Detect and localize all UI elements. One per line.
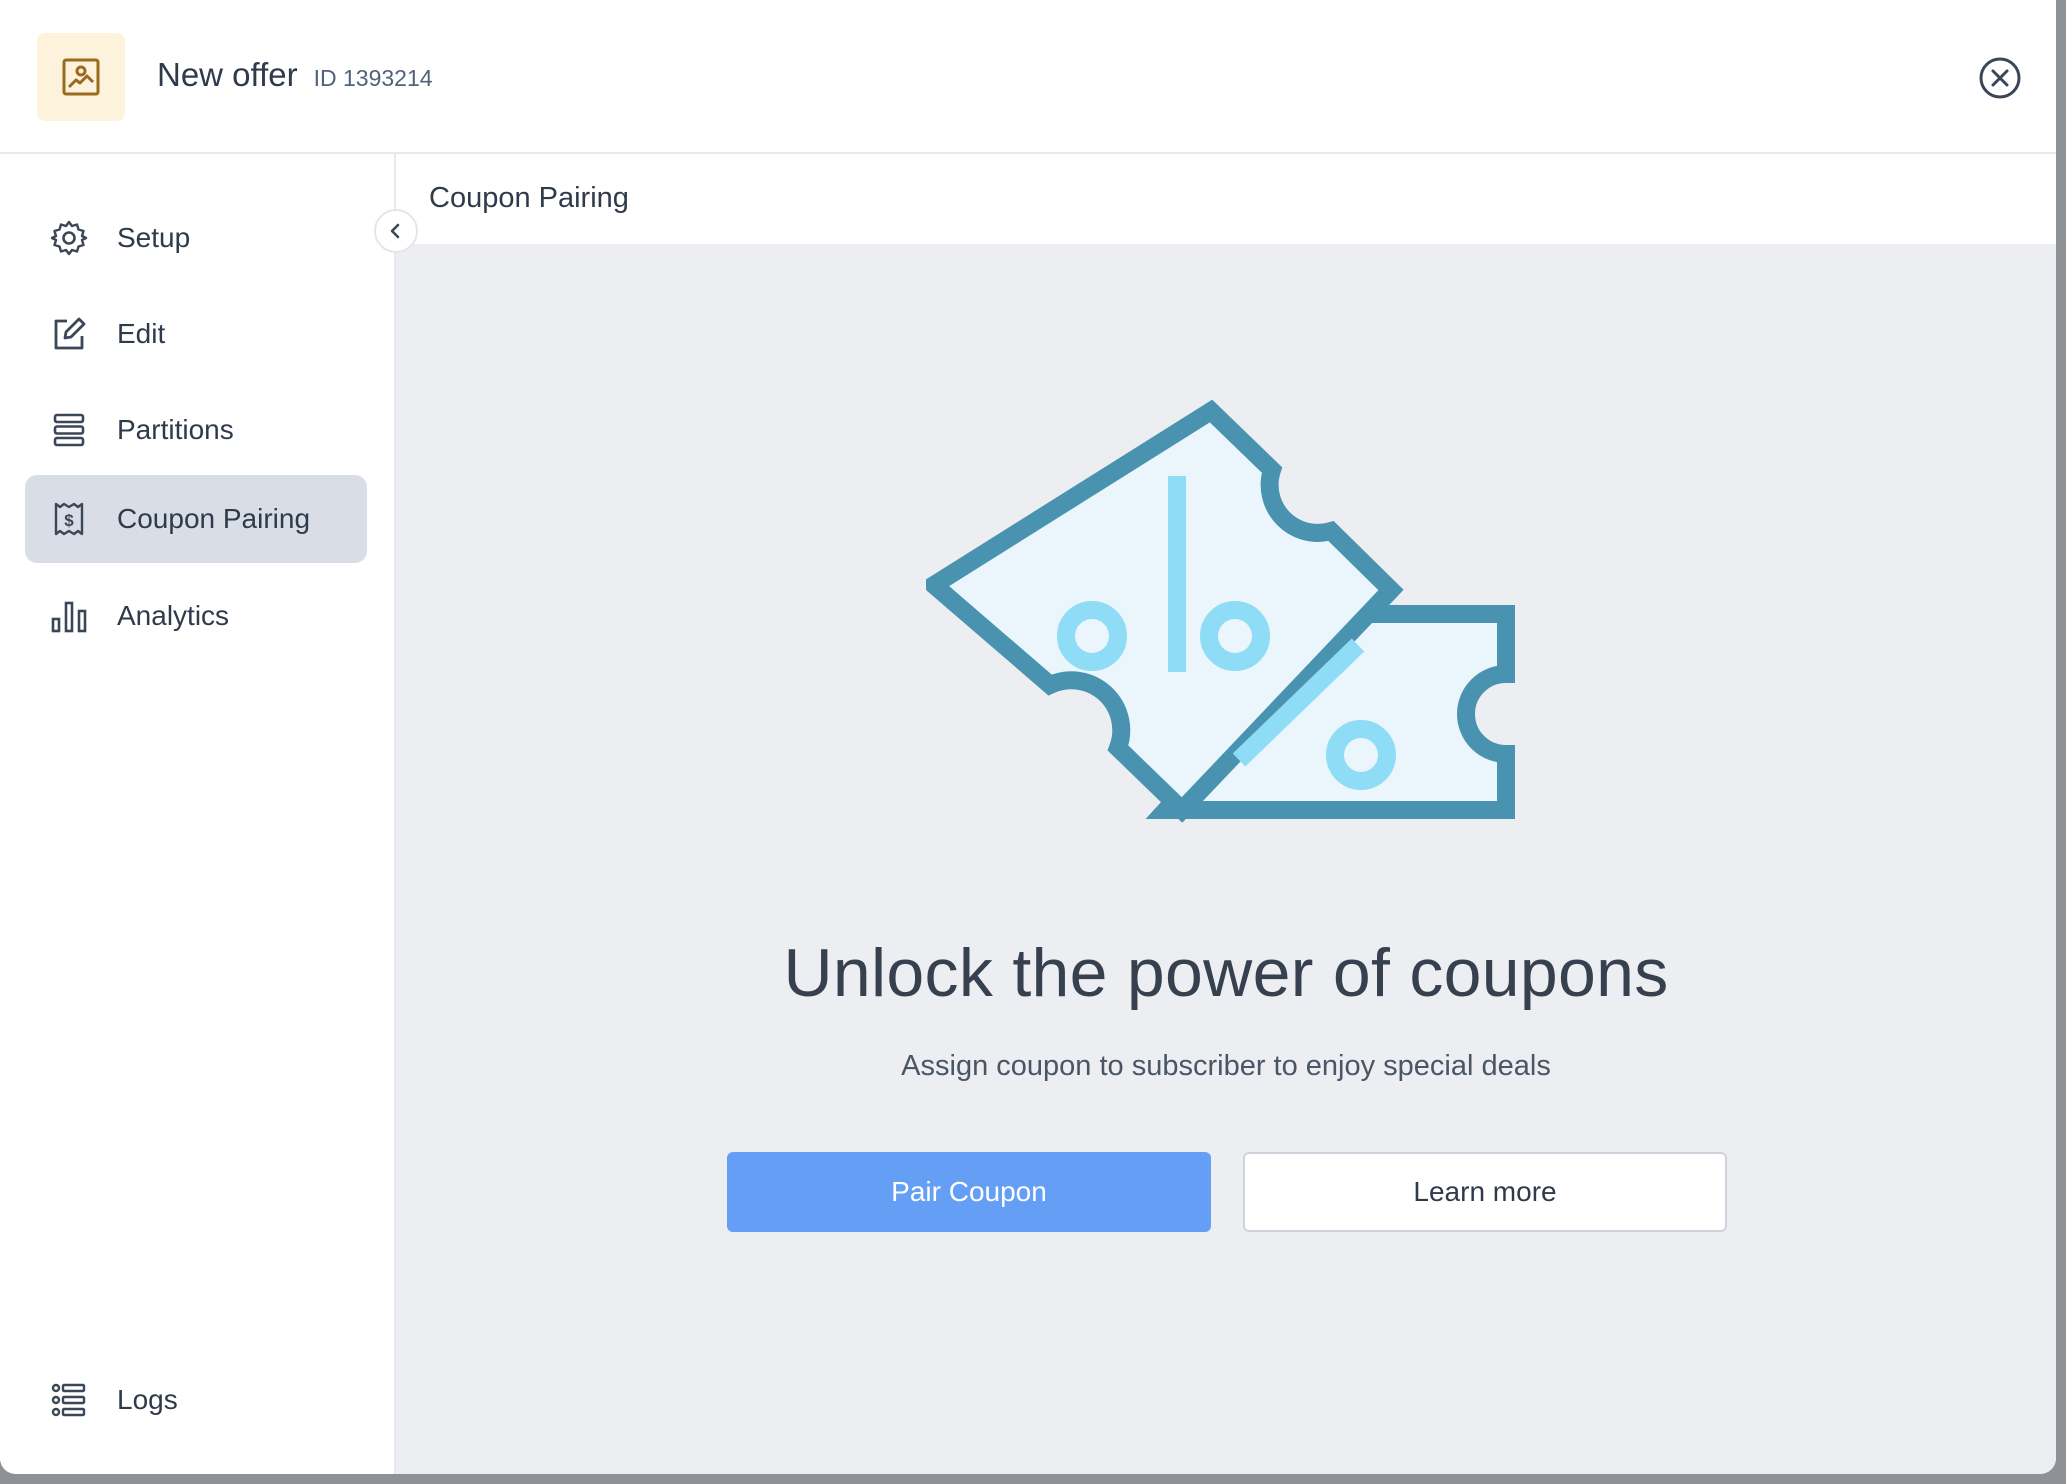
offer-badge xyxy=(37,33,125,121)
sidebar-item-label: Coupon Pairing xyxy=(117,503,311,534)
empty-state-description: Assign coupon to subscriber to enjoy spe… xyxy=(901,1050,1551,1082)
learn-more-button[interactable]: Learn more xyxy=(1243,1152,1727,1232)
bar-chart-icon xyxy=(49,596,89,636)
sidebar: Setup Edit Partitions $ Coupon Pairing A… xyxy=(0,154,396,1474)
page-title: New offer ID 1393214 xyxy=(157,56,433,94)
close-circle-icon xyxy=(1979,57,2021,99)
offer-modal: New offer ID 1393214 Setup Edit Partitio… xyxy=(0,0,2056,1474)
pair-coupon-button[interactable]: Pair Coupon xyxy=(727,1152,1211,1232)
section-header: Coupon Pairing xyxy=(396,154,2056,244)
modal-header: New offer ID 1393214 xyxy=(0,0,2056,154)
sidebar-item-label: Setup xyxy=(117,222,191,253)
sidebar-item-partitions[interactable]: Partitions xyxy=(25,386,367,474)
offer-title: New offer xyxy=(157,56,298,93)
close-button[interactable] xyxy=(1978,56,2022,100)
empty-state-headline: Unlock the power of coupons xyxy=(783,935,1669,1011)
gear-icon xyxy=(49,218,89,258)
stacked-layers-icon xyxy=(49,410,89,450)
offer-id: ID 1393214 xyxy=(313,65,433,91)
dollar-receipt-icon: $ xyxy=(49,499,89,539)
sidebar-item-label: Analytics xyxy=(117,600,230,631)
sidebar-item-analytics[interactable]: Analytics xyxy=(25,572,367,660)
sidebar-item-edit[interactable]: Edit xyxy=(25,290,367,378)
sidebar-item-setup[interactable]: Setup xyxy=(25,194,367,282)
pencil-square-icon xyxy=(49,314,89,354)
list-icon xyxy=(49,1380,89,1420)
sidebar-item-label: Logs xyxy=(117,1384,178,1415)
coupon-empty-state: Unlock the power of coupons Assign coupo… xyxy=(396,244,2056,1474)
sidebar-item-coupon-pairing[interactable]: $ Coupon Pairing xyxy=(25,475,367,563)
collapse-sidebar-button[interactable] xyxy=(374,209,418,253)
sidebar-item-label: Partitions xyxy=(117,414,234,445)
coupon-tickets-illustration xyxy=(926,399,1515,823)
sidebar-item-logs[interactable]: Logs xyxy=(25,1356,367,1444)
section-title: Coupon Pairing xyxy=(429,182,629,214)
svg-text:$: $ xyxy=(64,511,74,530)
chevron-left-icon xyxy=(390,223,400,239)
image-frame-icon xyxy=(62,58,100,96)
sidebar-item-label: Edit xyxy=(117,318,166,349)
